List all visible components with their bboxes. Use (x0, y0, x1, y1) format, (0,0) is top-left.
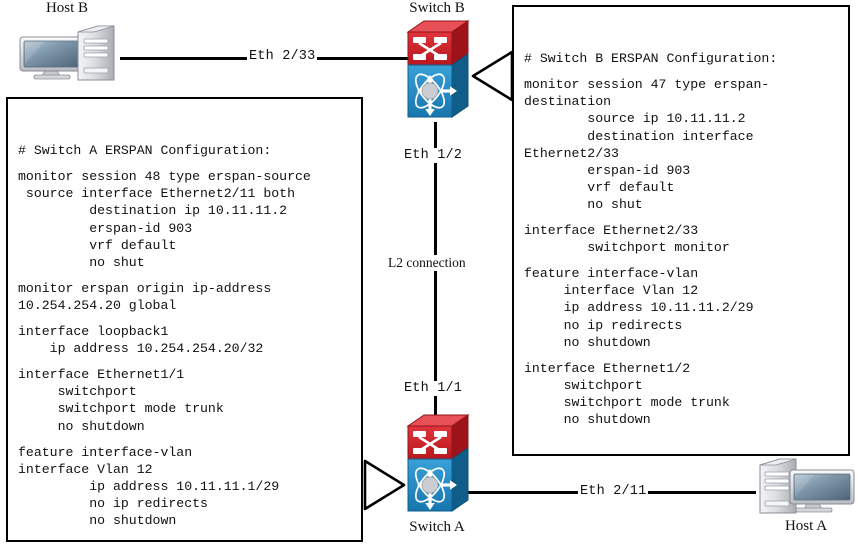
config-switch-b-line-5: destination interface (524, 128, 754, 144)
config-switch-b-line-14: feature interface-vlan (524, 266, 699, 282)
config-switch-a-line-23: no ip redirects (18, 495, 208, 511)
config-switch-b-line-18: no shutdown (524, 334, 651, 350)
node-label-host-a: Host A (784, 518, 828, 534)
link-label-eth-2-33: Eth 2/33 (247, 49, 318, 64)
config-switch-a-line-24: no shutdown (18, 512, 177, 528)
config-switch-b-line-19 (524, 351, 840, 360)
config-switch-b-line-10 (524, 213, 840, 222)
config-switch-b-line-9: no shut (524, 196, 643, 212)
config-switch-b-line-15: interface Vlan 12 (524, 283, 699, 299)
config-switch-a-line-14 (18, 357, 353, 366)
config-switch-a-line-21: interface Vlan 12 (18, 461, 153, 477)
config-switch-a-line-5: erspan-id 903 (18, 220, 193, 236)
config-switch-a-line-4: destination ip 10.11.11.2 (18, 203, 288, 219)
config-switch-b-line-21: switchport (524, 377, 643, 393)
desktop-computer-icon-host-b (14, 23, 122, 85)
config-switch-a-line-7: no shut (18, 254, 145, 270)
config-switch-a-line-11 (18, 314, 353, 323)
config-switch-b-line-13 (524, 256, 840, 265)
config-switch-b-line-6: Ethernet2/33 (524, 145, 619, 161)
config-switch-b-line-16: ip address 10.11.11.2/29 (524, 300, 754, 316)
config-switch-a-line-6: vrf default (18, 237, 177, 253)
config-switch-a-line-19 (18, 435, 353, 444)
link-label-eth-1-1: Eth 1/1 (402, 381, 465, 396)
config-switch-a-lines: # Switch A ERSPAN Configuration: monitor… (18, 142, 353, 529)
config-switch-a-line-10: 10.254.254.20 global (18, 297, 177, 313)
config-switch-b-line-11: interface Ethernet2/33 (524, 223, 699, 239)
config-switch-a-line-12: interface loopback1 (18, 324, 169, 340)
annotation-l2-connection: L2 connection (387, 255, 467, 271)
multilayer-switch-icon-switch-a (406, 412, 474, 517)
config-switch-a-line-18: no shutdown (18, 418, 145, 434)
config-switch-b-line-23: no shutdown (524, 411, 651, 427)
network-diagram-canvas: Eth 2/33 Eth 1/2 L2 connection Eth 1/1 E… (0, 0, 858, 546)
config-switch-a-line-0: # Switch A ERSPAN Configuration: (18, 143, 272, 159)
config-box-switch-b: # Switch B ERSPAN Configuration: monitor… (512, 5, 850, 456)
config-switch-a-line-13: ip address 10.254.254.20/32 (18, 341, 264, 357)
config-switch-b-line-1 (524, 67, 840, 76)
config-switch-b-line-0: # Switch B ERSPAN Configuration: (524, 51, 778, 67)
config-switch-a-line-3: source interface Ethernet2/11 both (18, 186, 295, 202)
link-label-eth-2-11: Eth 2/11 (578, 484, 649, 499)
config-switch-b-line-12: switchport monitor (524, 240, 730, 256)
config-switch-b-line-4: source ip 10.11.11.2 (524, 111, 746, 127)
config-switch-b-lines: # Switch B ERSPAN Configuration: monitor… (524, 50, 840, 428)
callout-pointer-switch-a (363, 459, 407, 516)
config-switch-a-line-16: switchport (18, 384, 137, 400)
node-label-switch-a: Switch A (409, 519, 465, 535)
config-switch-b-line-20: interface Ethernet1/2 (524, 360, 691, 376)
node-label-host-b: Host B (45, 0, 89, 16)
config-switch-a-line-17: switchport mode trunk (18, 401, 224, 417)
config-switch-a-line-9: monitor erspan origin ip-address (18, 280, 272, 296)
config-switch-b-line-17: no ip redirects (524, 317, 683, 333)
config-switch-a-line-8 (18, 271, 353, 280)
config-switch-b-line-2: monitor session 47 type erspan- (524, 77, 770, 93)
callout-pointer-switch-b (470, 50, 514, 107)
desktop-computer-icon-host-a (752, 456, 858, 518)
config-switch-a-line-15: interface Ethernet1/1 (18, 367, 185, 383)
config-switch-b-line-3: destination (524, 94, 612, 110)
config-switch-b-line-22: switchport mode trunk (524, 394, 730, 410)
config-switch-a-line-1 (18, 159, 353, 168)
config-switch-a-line-22: ip address 10.11.11.1/29 (18, 478, 280, 494)
node-label-switch-b: Switch B (409, 0, 465, 16)
config-switch-a-line-20: feature interface-vlan (18, 444, 193, 460)
config-switch-b-line-8: vrf default (524, 179, 675, 195)
config-switch-a-line-2: monitor session 48 type erspan-source (18, 169, 311, 185)
link-label-eth-1-2: Eth 1/2 (402, 148, 465, 163)
config-switch-b-line-7: erspan-id 903 (524, 162, 691, 178)
multilayer-switch-icon-switch-b (406, 18, 474, 123)
config-box-switch-a: # Switch A ERSPAN Configuration: monitor… (6, 97, 363, 542)
